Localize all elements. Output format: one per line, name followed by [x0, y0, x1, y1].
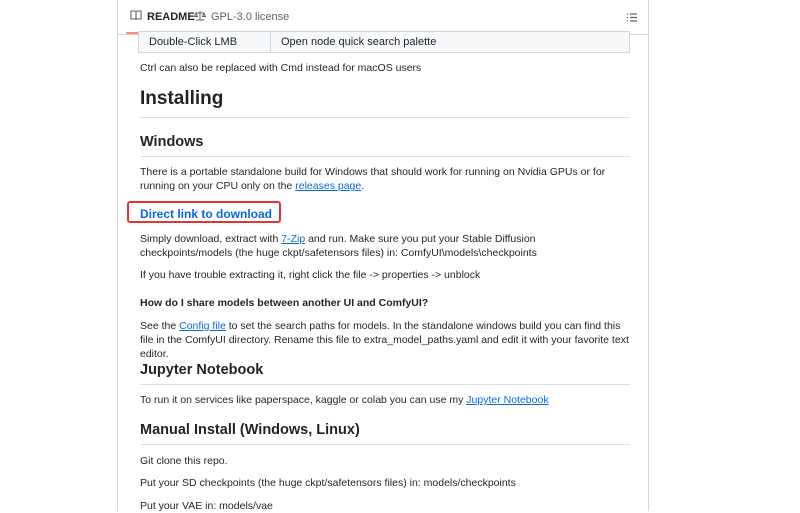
installing-heading: Installing: [140, 88, 630, 118]
readme-panel: README GPL-3.0 license Double-Click LMB …: [117, 0, 649, 512]
windows-intro-text: There is a portable standalone build for…: [140, 166, 606, 192]
book-icon: [130, 10, 142, 24]
manual-install-heading: Manual Install (Windows, Linux): [140, 422, 630, 445]
windows-heading: Windows: [140, 134, 630, 157]
releases-page-link[interactable]: releases page: [295, 180, 361, 192]
share-models-heading: How do I share models between another UI…: [140, 297, 429, 309]
tab-readme-label: README: [147, 11, 195, 23]
outline-menu-button[interactable]: [626, 10, 638, 28]
cmd-note: Ctrl can also be replaced with Cmd inste…: [140, 62, 422, 74]
jupyter-heading: Jupyter Notebook: [140, 362, 630, 385]
jupyter-notebook-link[interactable]: Jupyter Notebook: [466, 394, 548, 406]
7zip-link[interactable]: 7-Zip: [281, 233, 305, 245]
windows-intro: There is a portable standalone build for…: [140, 165, 630, 193]
shortcut-action: Open node quick search palette: [281, 36, 437, 48]
git-clone-text: Git clone this repo.: [140, 455, 228, 467]
checkpoints-text: Put your SD checkpoints (the huge ckpt/s…: [140, 477, 516, 489]
tab-readme[interactable]: README: [126, 10, 199, 34]
extract-instructions: Simply download, extract with 7-Zip and …: [140, 232, 630, 260]
unblock-tip: If you have trouble extracting it, right…: [140, 269, 481, 281]
jupyter-text: To run it on services like paperspace, k…: [140, 393, 630, 407]
tab-license-label: GPL-3.0 license: [211, 11, 290, 23]
tab-license[interactable]: GPL-3.0 license: [193, 10, 290, 24]
scale-icon: [193, 10, 207, 24]
extract-text-1: Simply download, extract with: [140, 233, 282, 245]
shortcut-key: Double-Click LMB: [149, 36, 238, 48]
cell-divider: [270, 32, 271, 52]
config-instructions: See the Config file to set the search pa…: [140, 319, 630, 361]
list-icon: [626, 10, 638, 27]
config-file-link[interactable]: Config file: [179, 320, 226, 332]
config-text-1: See the: [140, 320, 180, 332]
jupyter-text-1: To run it on services like paperspace, k…: [140, 394, 467, 406]
direct-download-link[interactable]: Direct link to download: [140, 207, 272, 221]
readme-tab-bar: README GPL-3.0 license: [118, 0, 648, 35]
shortcut-table-row: Double-Click LMB Open node quick search …: [138, 31, 630, 53]
windows-intro-end: .: [361, 180, 365, 192]
